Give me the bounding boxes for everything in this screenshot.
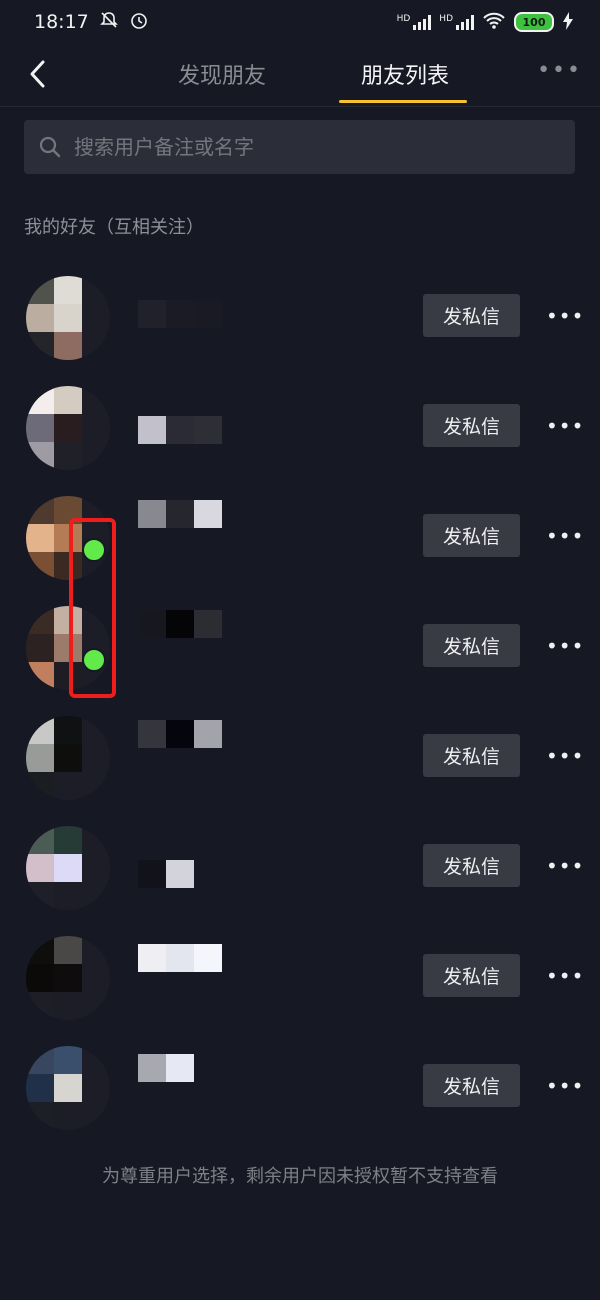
send-message-button[interactable]: 发私信 [423,514,520,557]
friend-row[interactable]: 发私信 ••• [0,936,600,1046]
send-message-button[interactable]: 发私信 [423,1064,520,1107]
row-more-button[interactable]: ••• [546,1074,584,1098]
row-more-button[interactable]: ••• [546,964,584,988]
signal-icon: HD [397,14,432,30]
avatar[interactable] [26,276,110,360]
row-more-button[interactable]: ••• [546,524,584,548]
charging-icon [562,11,574,33]
send-message-button[interactable]: 发私信 [423,404,520,447]
alarm-icon [129,10,149,35]
nav-bar: 发现朋友 朋友列表 ••• [0,44,600,107]
friend-row[interactable]: 发私信 ••• [0,276,600,386]
status-time: 18:17 [34,11,89,33]
friend-name [138,500,222,528]
row-more-button[interactable]: ••• [546,744,584,768]
row-more-button[interactable]: ••• [546,634,584,658]
send-message-button[interactable]: 发私信 [423,294,520,337]
row-more-button[interactable]: ••• [546,304,584,328]
avatar[interactable] [26,936,110,1020]
avatar[interactable] [26,826,110,910]
row-more-button[interactable]: ••• [546,414,584,438]
friend-name [138,416,222,444]
row-more-button[interactable]: ••• [546,854,584,878]
friend-row[interactable]: 发私信 ••• [0,826,600,936]
tab-discover-friends[interactable]: 发现朋友 [178,58,266,90]
search-input[interactable] [72,134,556,160]
battery-icon: 100 [514,12,554,32]
section-title: 我的好友（互相关注） [24,217,204,238]
send-message-button[interactable]: 发私信 [423,844,520,887]
tab-friend-list[interactable]: 朋友列表 [361,58,449,90]
friend-name [138,720,222,748]
send-message-button[interactable]: 发私信 [423,954,520,997]
back-button[interactable] [18,54,58,94]
send-message-button[interactable]: 发私信 [423,734,520,777]
footer-note: 为尊重用户选择，剩余用户因未授权暂不支持查看 [102,1166,498,1187]
highlight-annotation [69,518,116,698]
status-bar: 18:17 HD HD 100 [0,0,600,44]
search-box[interactable] [24,120,575,174]
friend-row[interactable]: 发私信 ••• [0,1046,600,1156]
wifi-icon [482,12,506,33]
more-options-button[interactable]: ••• [537,58,582,83]
friend-row[interactable]: 发私信 ••• [0,716,600,826]
active-tab-indicator [339,100,467,103]
friend-name [138,610,222,638]
friend-name [138,1054,194,1082]
mute-icon [99,10,119,35]
send-message-button[interactable]: 发私信 [423,624,520,667]
avatar[interactable] [26,386,110,470]
friend-name [138,944,222,972]
search-icon [39,136,61,158]
signal-icon-2: HD [439,14,474,30]
friend-row[interactable]: 发私信 ••• [0,386,600,496]
chevron-left-icon [30,60,45,88]
avatar[interactable] [26,1046,110,1130]
friend-name [138,860,194,888]
avatar[interactable] [26,716,110,800]
friend-name [138,300,222,328]
